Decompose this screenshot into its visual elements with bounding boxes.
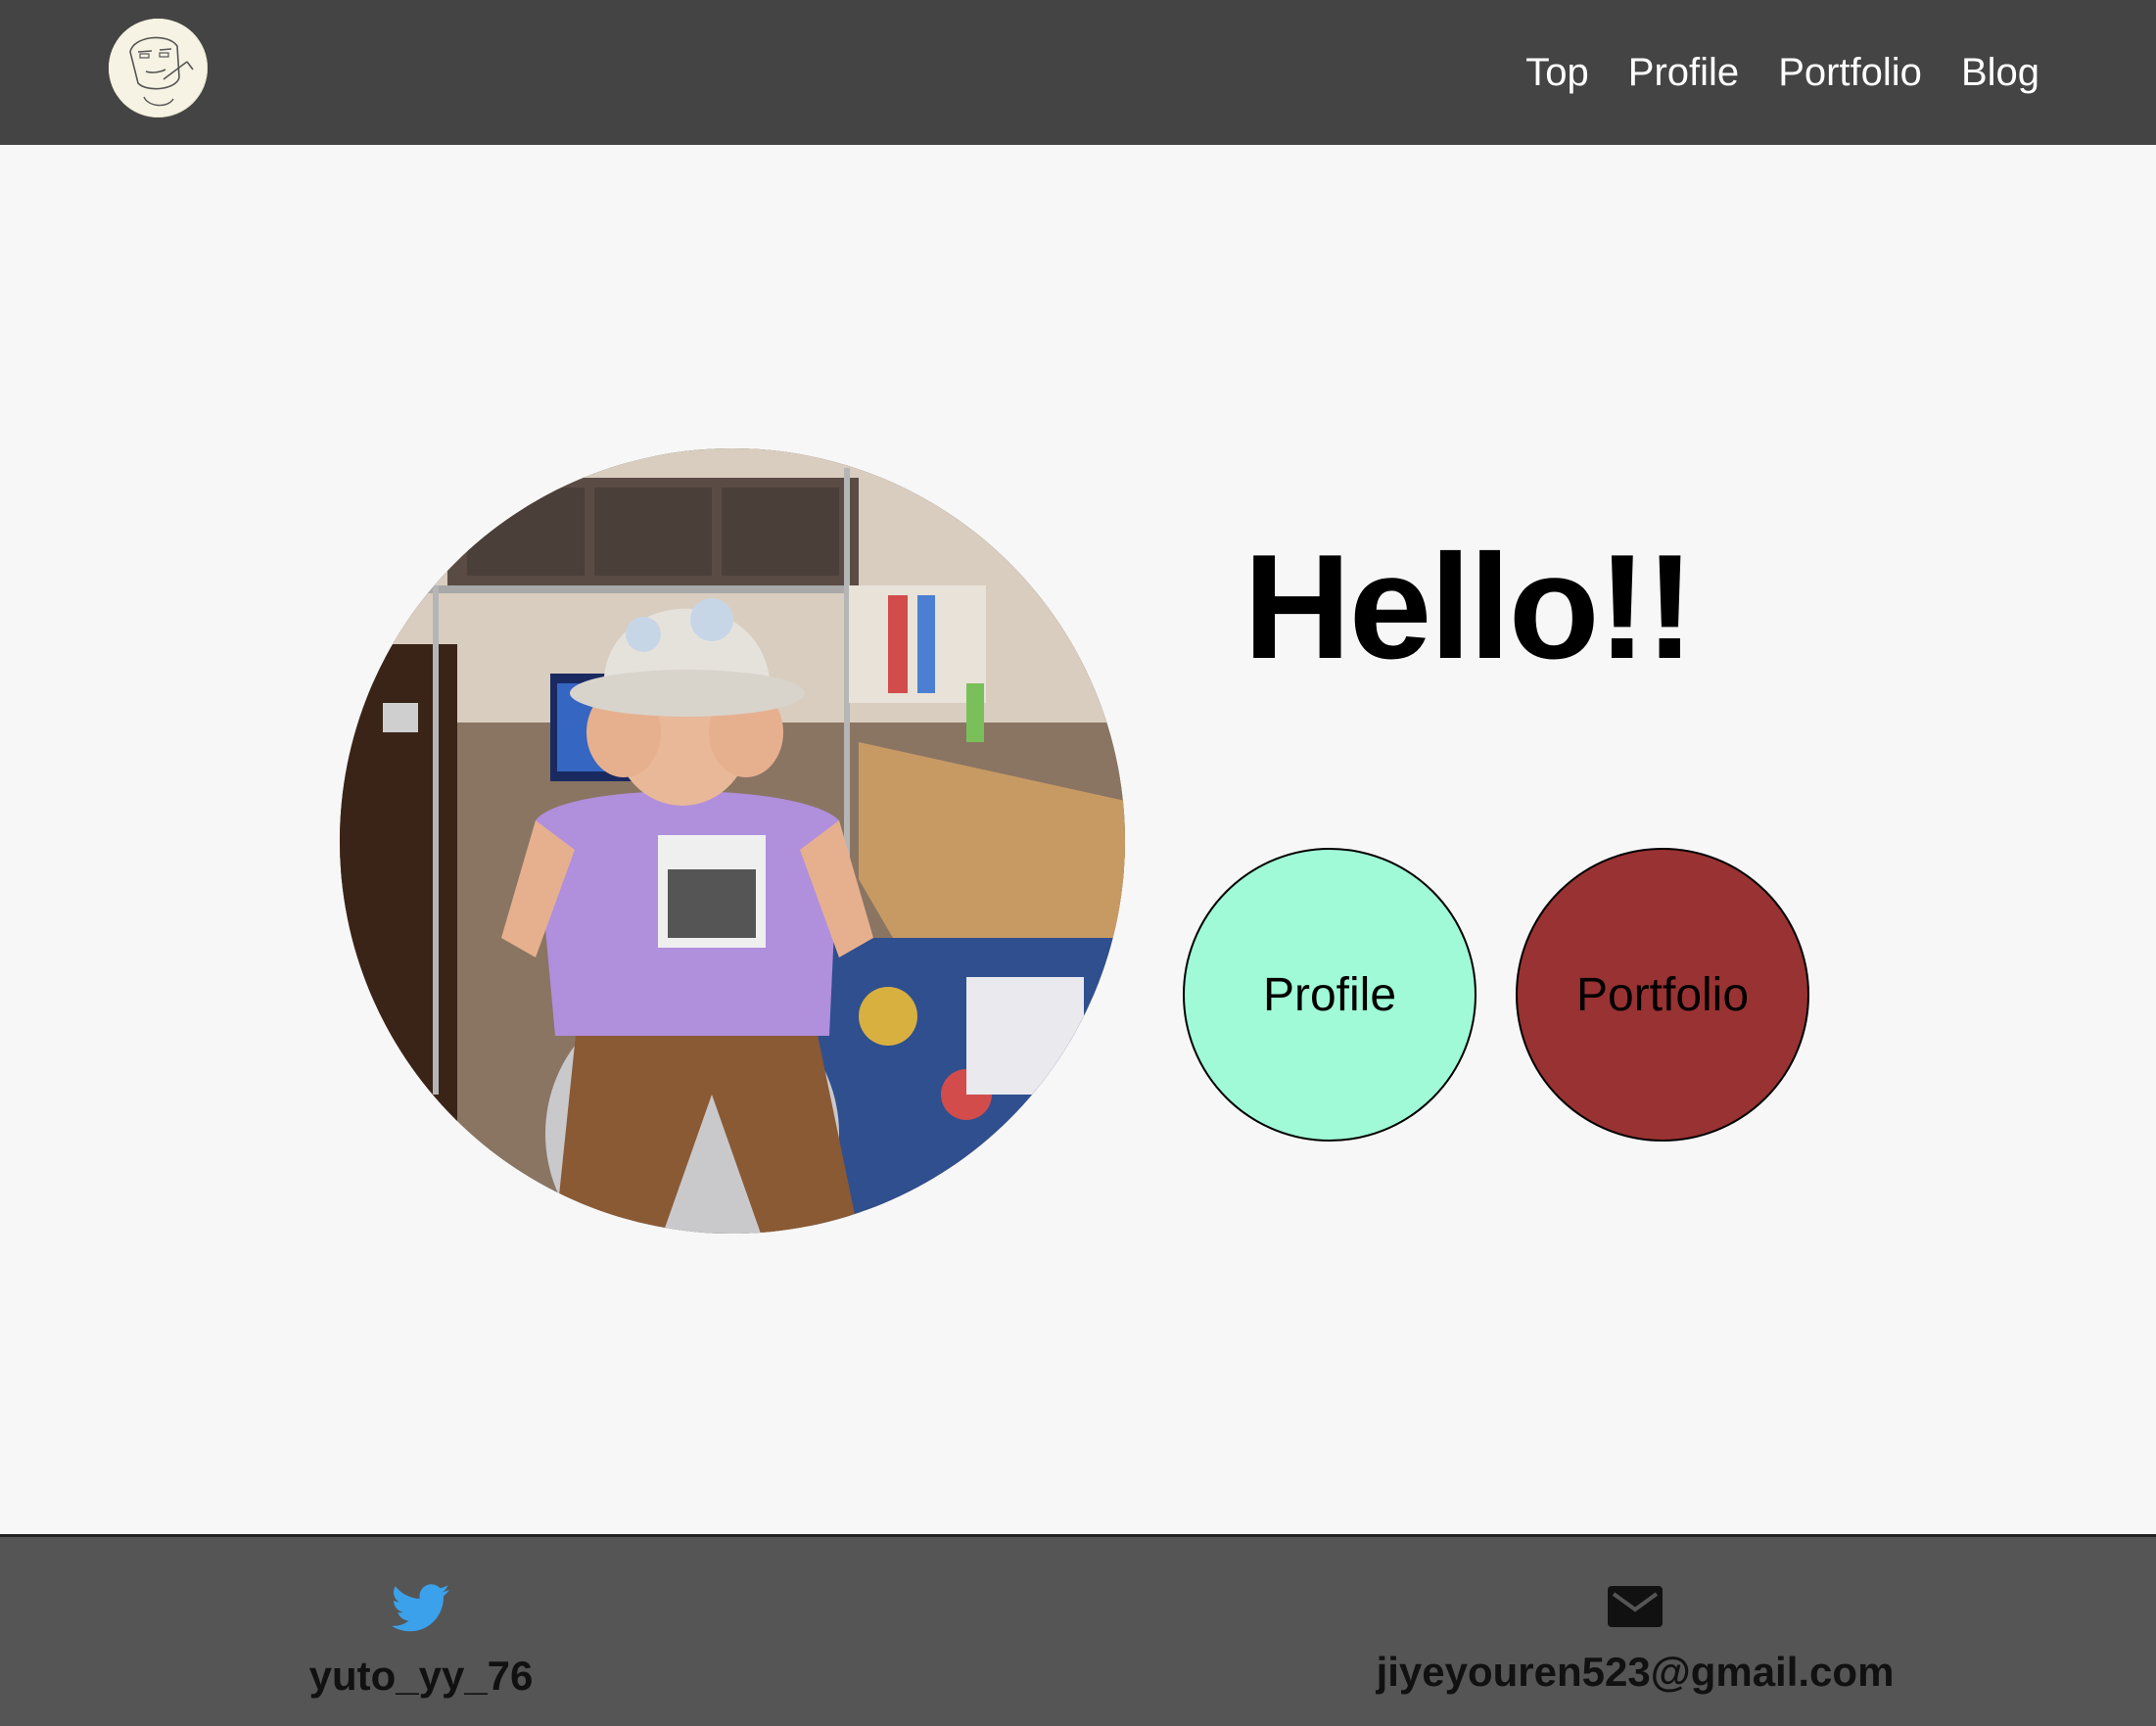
twitter-handle: yuto_yy_76 bbox=[308, 1653, 534, 1699]
main-nav: Top Profile Portfolio Blog bbox=[1486, 45, 2039, 100]
site-footer: yuto_yy_76 jiyeyouren523@gmail.com bbox=[0, 1534, 2156, 1726]
nav-top-link[interactable]: Top bbox=[1525, 45, 1589, 100]
profile-button[interactable]: Profile bbox=[1183, 848, 1476, 1142]
portfolio-button[interactable]: Portfolio bbox=[1516, 848, 1809, 1142]
logo-icon[interactable] bbox=[109, 19, 208, 117]
nav-portfolio-link[interactable]: Portfolio bbox=[1778, 45, 1922, 100]
envelope-icon bbox=[1351, 1584, 1919, 1639]
nav-profile-link[interactable]: Profile bbox=[1628, 45, 1739, 100]
profile-photo bbox=[340, 448, 1125, 1234]
twitter-bird-icon bbox=[274, 1584, 568, 1643]
nav-blog-link[interactable]: Blog bbox=[1961, 45, 2039, 100]
site-header: Top Profile Portfolio Blog bbox=[0, 0, 2156, 145]
email-address: jiyeyouren523@gmail.com bbox=[1376, 1649, 1895, 1695]
greeting-heading: Hello!! bbox=[1243, 524, 1695, 690]
twitter-link[interactable]: yuto_yy_76 bbox=[274, 1584, 568, 1700]
email-link[interactable]: jiyeyouren523@gmail.com bbox=[1351, 1584, 1919, 1696]
